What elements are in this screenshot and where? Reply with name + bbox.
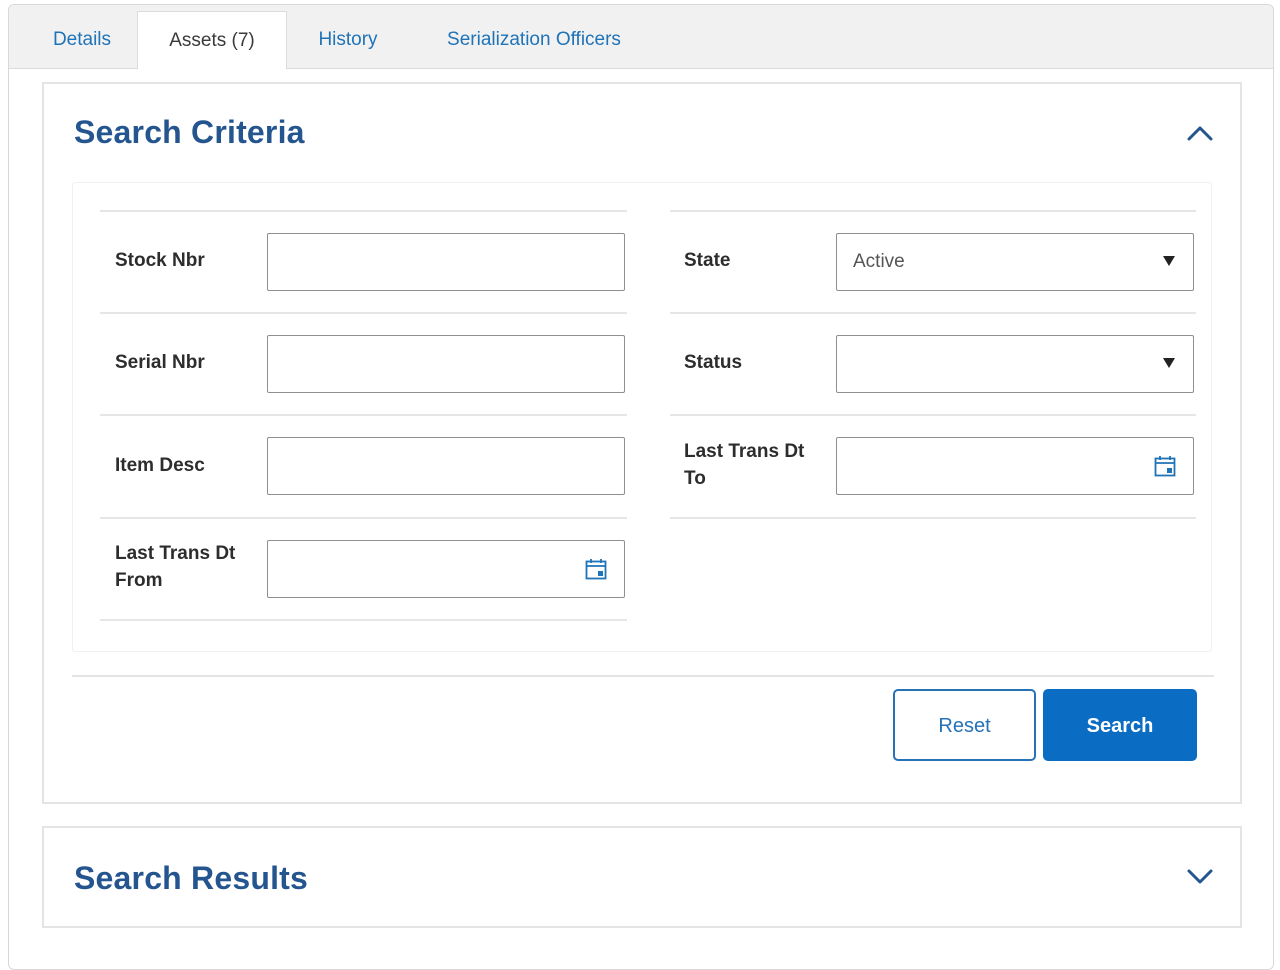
row-divider	[100, 517, 627, 519]
section-divider	[72, 675, 1214, 677]
calendar-icon[interactable]	[1153, 454, 1177, 478]
tab-serialization-officers[interactable]: Serialization Officers	[429, 11, 639, 69]
serial-nbr-label: Serial Nbr	[115, 352, 205, 373]
state-label: State	[684, 250, 731, 271]
row-divider	[670, 312, 1196, 314]
tab-history[interactable]: History	[297, 11, 399, 69]
caret-down-icon	[1163, 256, 1175, 266]
last-trans-from-date-field[interactable]	[267, 540, 625, 598]
last-trans-to-label: Last Trans Dt To	[684, 438, 804, 492]
tab-details[interactable]: Details	[27, 11, 137, 69]
state-select-value: Active	[853, 251, 905, 272]
last-trans-from-label-line2: From	[115, 570, 163, 591]
last-trans-from-label: Last Trans Dt From	[115, 540, 235, 594]
tab-bar: Details Assets (7) History Serialization…	[9, 5, 1273, 70]
reset-button[interactable]: Reset	[893, 689, 1036, 761]
search-results-title[interactable]: Search Results	[74, 860, 308, 897]
tab-assets[interactable]: Assets (7)	[137, 11, 287, 70]
row-divider	[100, 414, 627, 416]
last-trans-to-label-line2: To	[684, 468, 706, 489]
search-criteria-title: Search Criteria	[74, 114, 305, 150]
page-frame: Details Assets (7) History Serialization…	[8, 4, 1274, 970]
search-results-panel: Search Results	[42, 826, 1242, 928]
last-trans-to-date-field[interactable]	[836, 437, 1194, 495]
stock-nbr-label: Stock Nbr	[115, 250, 205, 271]
item-desc-label: Item Desc	[115, 455, 205, 476]
stock-nbr-input[interactable]	[267, 233, 625, 291]
serial-nbr-input[interactable]	[267, 335, 625, 393]
status-label: Status	[684, 352, 743, 373]
search-criteria-form: Stock Nbr Serial Nbr Item Desc Last Tran…	[72, 182, 1212, 652]
row-divider	[670, 414, 1196, 416]
state-select[interactable]: Active	[836, 233, 1194, 291]
last-trans-to-label-line1: Last Trans Dt	[684, 441, 805, 462]
item-desc-input[interactable]	[267, 437, 625, 495]
row-divider	[100, 312, 627, 314]
last-trans-from-label-line1: Last Trans Dt	[115, 543, 236, 564]
status-select[interactable]	[836, 335, 1194, 393]
row-divider	[100, 619, 627, 621]
chevron-down-icon[interactable]	[1186, 862, 1214, 890]
caret-down-icon	[1163, 358, 1175, 368]
calendar-icon[interactable]	[584, 557, 608, 581]
row-divider	[100, 210, 627, 212]
row-divider	[670, 517, 1196, 519]
search-button[interactable]: Search	[1043, 689, 1197, 761]
row-divider	[670, 210, 1196, 212]
chevron-up-icon[interactable]	[1186, 120, 1214, 148]
